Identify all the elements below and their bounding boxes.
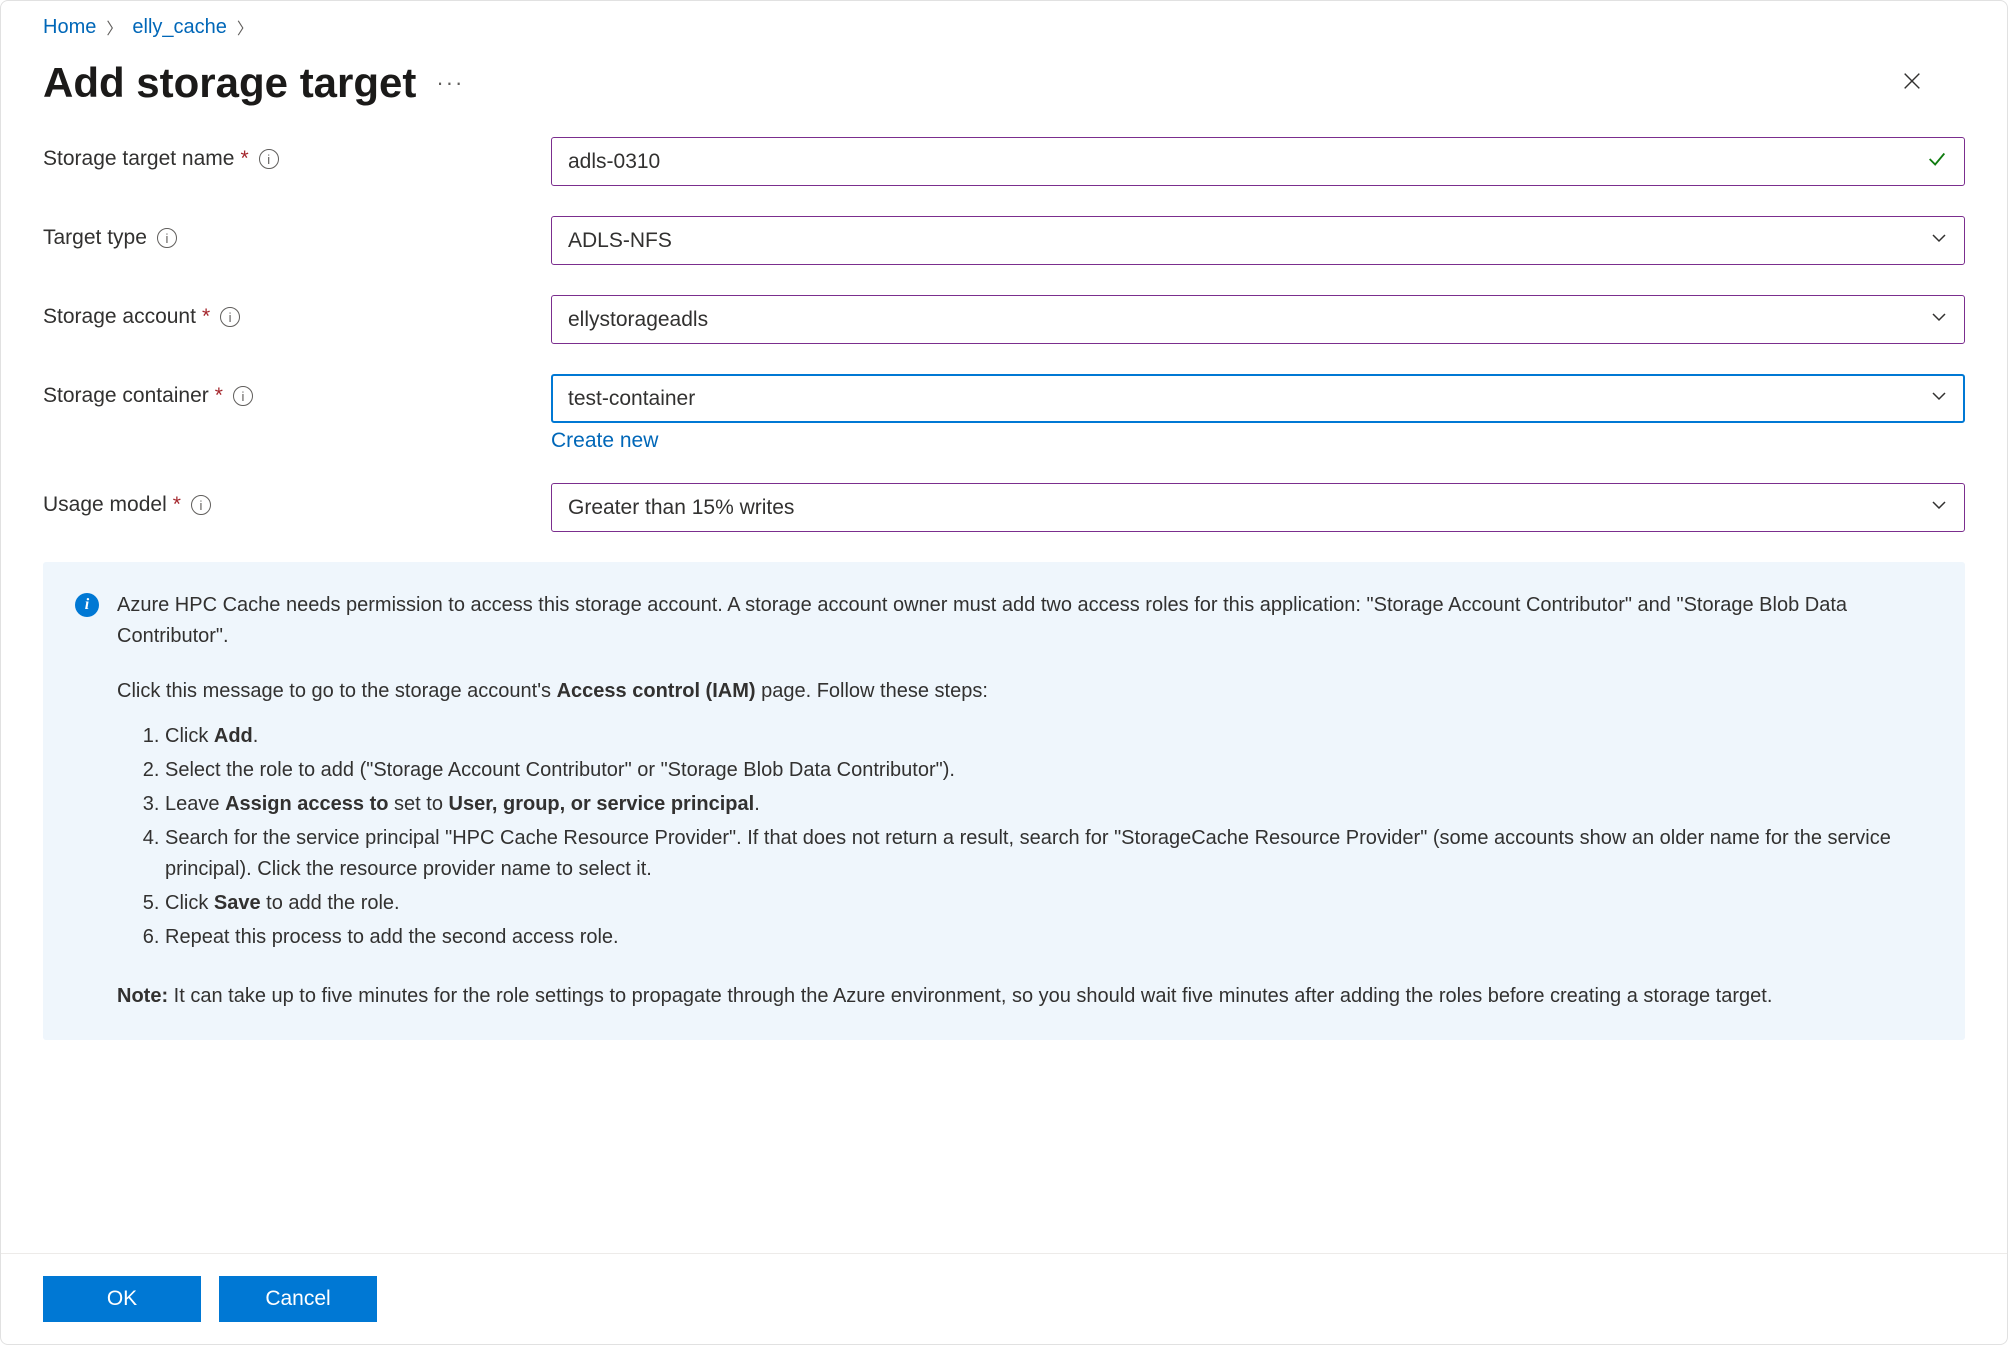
info-icon[interactable]: i <box>220 307 240 327</box>
chevron-down-icon <box>1930 496 1948 520</box>
info-step-1: Click Add. <box>165 721 1933 752</box>
more-actions-icon[interactable]: ··· <box>436 70 464 96</box>
validation-check-icon <box>1926 148 1948 176</box>
storage-container-select[interactable]: test-container <box>551 374 1965 423</box>
breadcrumb: Home 〉 elly_cache 〉 <box>1 15 2007 39</box>
chevron-right-icon: 〉 <box>106 15 122 39</box>
field-storage-account: Storage account * i ellystorageadls <box>43 295 1965 344</box>
permission-info-panel[interactable]: i Azure HPC Cache needs permission to ac… <box>43 562 1965 1040</box>
info-step-3: Leave Assign access to set to User, grou… <box>165 789 1933 820</box>
info-icon[interactable]: i <box>259 149 279 169</box>
field-storage-container: Storage container * i test-container Cre… <box>43 374 1965 453</box>
info-step-6: Repeat this process to add the second ac… <box>165 922 1933 953</box>
field-usage-model: Usage model * i Greater than 15% writes <box>43 483 1965 532</box>
close-icon[interactable] <box>1901 69 1923 97</box>
title-row: Add storage target ··· <box>1 39 2007 137</box>
chevron-right-icon: 〉 <box>237 15 253 39</box>
info-steps-list: Click Add. Select the role to add ("Stor… <box>117 721 1933 953</box>
target-type-select[interactable]: ADLS-NFS <box>551 216 1965 265</box>
breadcrumb-cache[interactable]: elly_cache <box>132 16 227 39</box>
breadcrumb-home[interactable]: Home <box>43 16 96 39</box>
label-target-type: Target type <box>43 226 147 250</box>
storage-container-value: test-container <box>568 387 695 411</box>
info-panel-body: Azure HPC Cache needs permission to acce… <box>117 590 1933 1012</box>
storage-target-name-text[interactable] <box>568 150 1916 174</box>
info-icon[interactable]: i <box>191 495 211 515</box>
info-step-2: Select the role to add ("Storage Account… <box>165 755 1933 786</box>
label-usage-model: Usage model <box>43 493 167 517</box>
info-circle-icon: i <box>75 593 99 617</box>
ok-button[interactable]: OK <box>43 1276 201 1322</box>
field-target-type: Target type i ADLS-NFS <box>43 216 1965 265</box>
cancel-button[interactable]: Cancel <box>219 1276 377 1322</box>
label-storage-target-name: Storage target name <box>43 147 234 171</box>
info-icon[interactable]: i <box>157 228 177 248</box>
form-area: Storage target name * i Target type i AD… <box>1 137 2007 532</box>
label-storage-container: Storage container <box>43 384 209 408</box>
info-icon[interactable]: i <box>233 386 253 406</box>
label-storage-account: Storage account <box>43 305 196 329</box>
required-asterisk: * <box>173 493 181 517</box>
storage-account-value: ellystorageadls <box>568 308 708 332</box>
required-asterisk: * <box>215 384 223 408</box>
required-asterisk: * <box>240 147 248 171</box>
storage-account-select[interactable]: ellystorageadls <box>551 295 1965 344</box>
page-title: Add storage target <box>43 59 416 107</box>
field-storage-target-name: Storage target name * i <box>43 137 1965 186</box>
info-note: Note: It can take up to five minutes for… <box>117 981 1933 1012</box>
create-new-container-link[interactable]: Create new <box>551 429 658 453</box>
required-asterisk: * <box>202 305 210 329</box>
storage-target-name-input[interactable] <box>551 137 1965 186</box>
chevron-down-icon <box>1930 308 1948 332</box>
target-type-value: ADLS-NFS <box>568 229 672 253</box>
info-step-4: Search for the service principal "HPC Ca… <box>165 823 1933 885</box>
usage-model-select[interactable]: Greater than 15% writes <box>551 483 1965 532</box>
footer-actions: OK Cancel <box>1 1253 2007 1344</box>
info-intro-a: Azure HPC Cache needs permission to acce… <box>117 590 1933 652</box>
usage-model-value: Greater than 15% writes <box>568 496 794 520</box>
info-step-5: Click Save to add the role. <box>165 888 1933 919</box>
chevron-down-icon <box>1930 229 1948 253</box>
chevron-down-icon <box>1930 387 1948 411</box>
info-intro-b: Click this message to go to the storage … <box>117 676 1933 707</box>
